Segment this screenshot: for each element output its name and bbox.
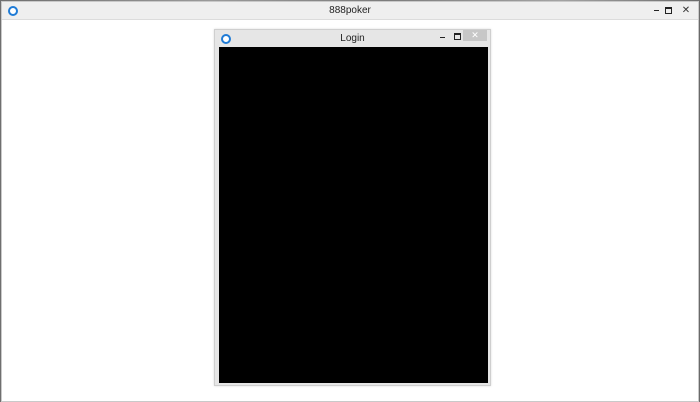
login-titlebar[interactable]: Login ✕ xyxy=(215,30,490,47)
maximize-icon xyxy=(664,7,672,15)
login-close-button[interactable]: ✕ xyxy=(463,30,487,41)
close-icon: ✕ xyxy=(471,30,479,40)
close-button[interactable]: ✕ xyxy=(674,2,698,19)
minimize-icon xyxy=(439,37,445,39)
login-dialog: Login ✕ xyxy=(214,29,491,386)
close-icon: ✕ xyxy=(681,5,691,16)
login-content-area[interactable] xyxy=(219,47,488,383)
main-window: 888poker ✕ Login ✕ xyxy=(1,1,699,402)
maximize-icon xyxy=(453,33,461,41)
main-titlebar[interactable]: 888poker ✕ xyxy=(2,2,698,20)
main-window-title: 888poker xyxy=(329,5,371,16)
minimize-icon xyxy=(653,10,659,12)
